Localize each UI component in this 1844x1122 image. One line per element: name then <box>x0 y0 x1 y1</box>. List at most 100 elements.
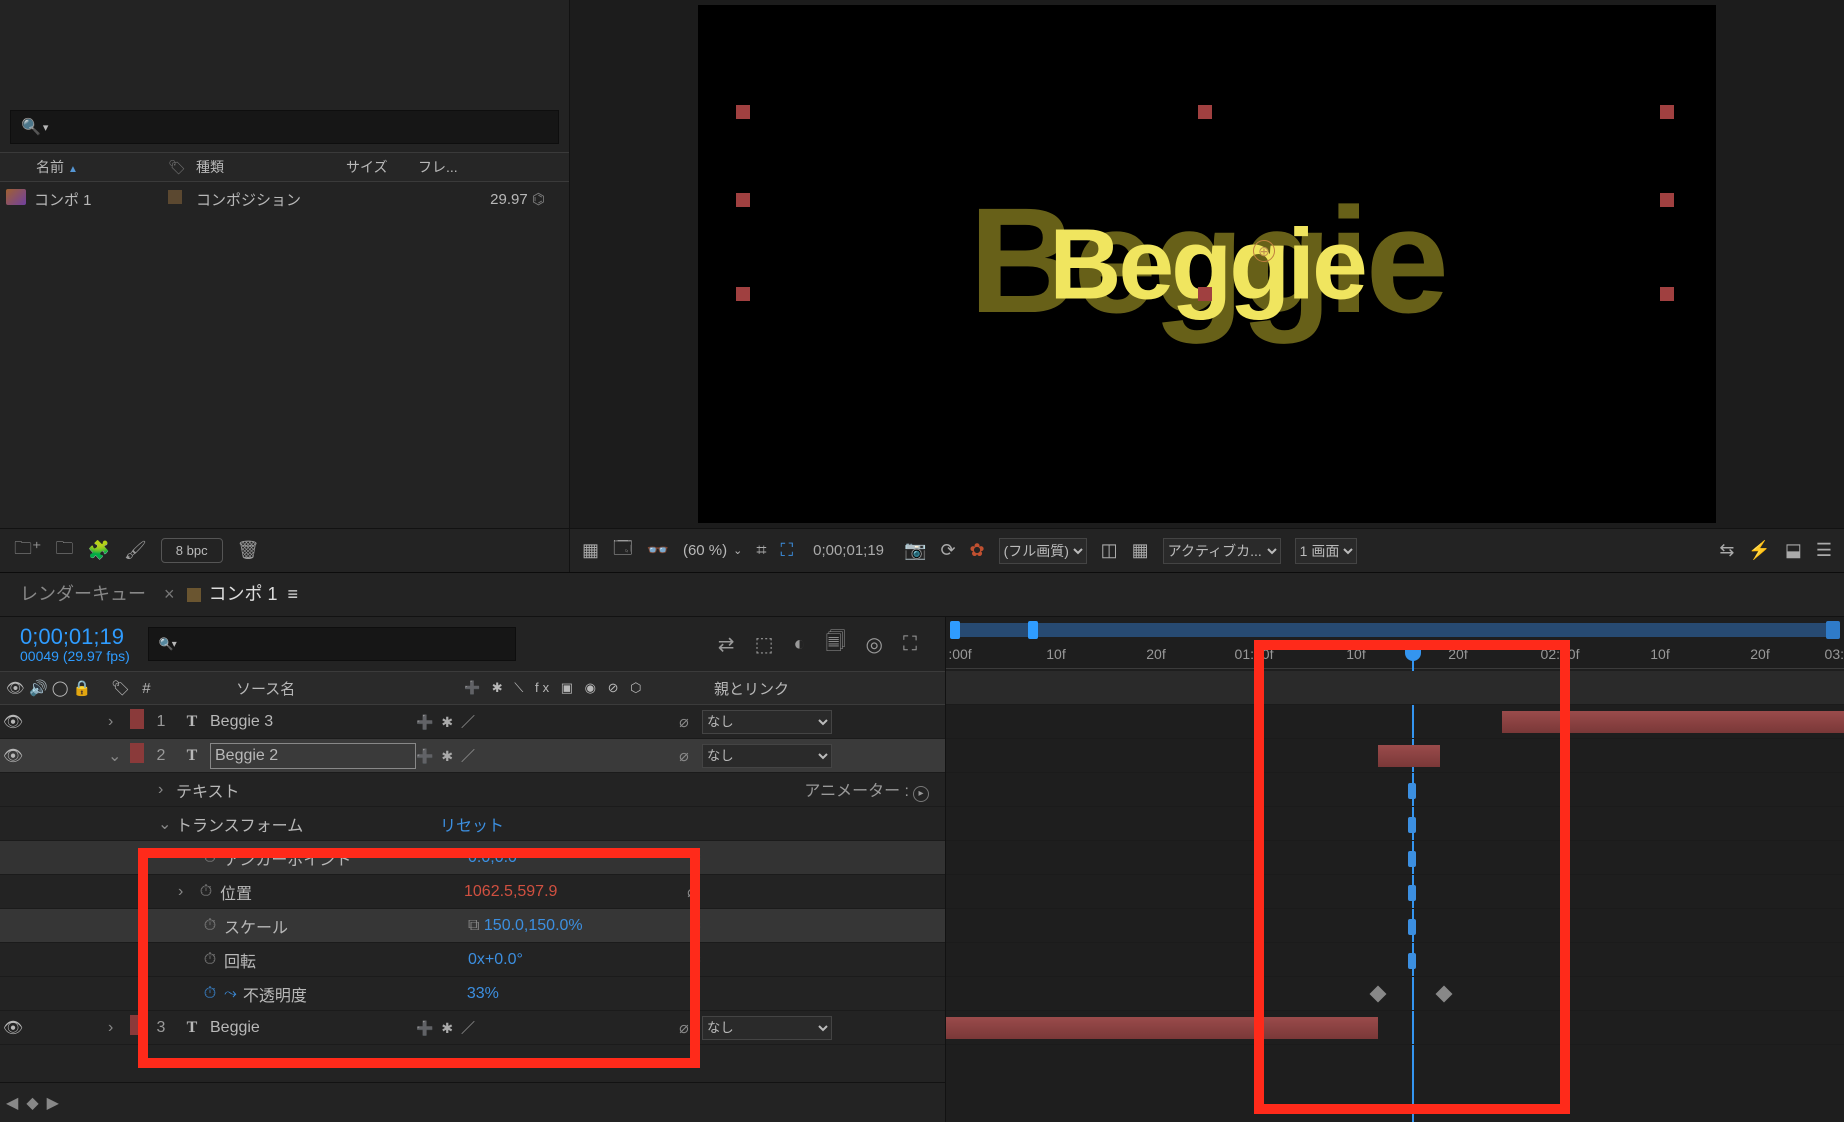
new-folder-icon[interactable]: 🗀 <box>56 536 74 566</box>
layers-icon[interactable]: 🗔 <box>613 536 633 566</box>
toggle-alpha-icon[interactable]: ▦ <box>582 540 599 561</box>
transform-group-row[interactable]: ⌄ トランスフォーム リセット <box>0 807 945 841</box>
opacity-value[interactable]: 33% <box>467 985 677 1003</box>
stopwatch-icon[interactable]: ⏱ <box>200 917 220 935</box>
pickwhip-icon[interactable]: ⌀ <box>674 882 710 902</box>
grid-icon[interactable]: ◫ <box>1101 540 1118 561</box>
parent-select[interactable]: なし <box>702 710 832 734</box>
selection-handle[interactable] <box>736 193 750 207</box>
layer-switches[interactable]: ➕ ✱ ／ <box>416 746 666 766</box>
disclosure-arrow[interactable]: › <box>108 713 130 731</box>
selection-handle[interactable] <box>736 287 750 301</box>
camera-select[interactable]: アクティブカ... <box>1163 538 1281 564</box>
stopwatch-icon[interactable]: ⏱ <box>200 849 220 867</box>
anchor-value[interactable]: 0.0,0.0 <box>468 849 678 867</box>
layer-bar[interactable] <box>946 1017 1378 1039</box>
color-icon[interactable]: ✿ <box>970 540 985 561</box>
brush-icon[interactable]: 🖌 <box>124 540 147 561</box>
pixel-aspect-icon[interactable]: ⇆ <box>1719 540 1734 561</box>
next-keyframe-icon[interactable]: ▶ <box>47 1093 59 1113</box>
timeline-search[interactable]: 🔍▾ <box>148 627 516 661</box>
layer-bar[interactable] <box>1378 745 1440 767</box>
pickwhip-icon[interactable]: ⌀ <box>678 916 714 936</box>
stopwatch-icon[interactable]: ⏱ <box>200 985 220 1003</box>
roi-icon[interactable]: ⛶ <box>781 540 794 561</box>
trash-icon[interactable]: 🗑 <box>237 540 260 561</box>
layer-switches[interactable]: ➕ ✱ ／ <box>416 712 666 732</box>
layer-row[interactable]: 👁 › 3 T Beggie ➕ ✱ ／ ⌀ なし <box>0 1011 945 1045</box>
label-swatch[interactable] <box>130 709 144 729</box>
anchor-point-icon[interactable]: ⊕ <box>1253 240 1275 262</box>
mask-icon[interactable]: 👓 <box>647 540 669 561</box>
parent-select[interactable]: なし <box>702 744 832 768</box>
preview-timecode[interactable]: 0;00;01;19 <box>807 542 890 559</box>
add-keyframe-icon[interactable]: ◆ <box>26 1093 38 1113</box>
shy-icon[interactable]: ⇄ <box>718 632 735 657</box>
visibility-toggle[interactable]: 👁 <box>2 1018 24 1038</box>
current-timecode[interactable]: 0;00;01;19 <box>20 624 124 649</box>
new-comp-icon[interactable]: 🧩 <box>88 540 110 561</box>
time-navigator[interactable] <box>950 623 1840 637</box>
property-row-rotation[interactable]: ⏱ 回転 0x+0.0° ⌀ <box>0 943 945 977</box>
pickwhip-icon[interactable]: ⌀ <box>677 984 713 1004</box>
layer-name[interactable]: Beggie 3 <box>210 713 416 731</box>
zoom-value[interactable]: (60 %) <box>683 542 727 559</box>
project-item-row[interactable]: コンポ 1 コンポジション 29.97 ⌬ <box>0 182 569 216</box>
timeline-icon[interactable]: ⬓ <box>1785 540 1802 561</box>
transform-reset[interactable]: リセット <box>440 812 650 836</box>
draft3d-icon[interactable]: ⬚ <box>755 632 774 657</box>
parent-select[interactable]: なし <box>702 1016 832 1040</box>
bpc-button[interactable]: 8 bpc <box>161 538 223 563</box>
rotation-value[interactable]: 0x+0.0° <box>468 951 678 969</box>
label-swatch[interactable] <box>130 1015 144 1035</box>
resolution-icon[interactable]: ⌗ <box>756 540 766 561</box>
layer-name[interactable]: Beggie <box>210 1019 416 1037</box>
graph-icon[interactable]: 🗐 <box>826 627 846 661</box>
selection-handle[interactable] <box>1660 287 1674 301</box>
quality-select[interactable]: (フル画質) <box>999 538 1087 564</box>
motion-blur-icon[interactable]: ◐ <box>793 633 805 656</box>
close-icon[interactable]: × <box>164 584 175 604</box>
scale-value[interactable]: 150.0,150.0% <box>484 917 583 934</box>
property-row-scale[interactable]: ⏱ スケール ⧉ 150.0,150.0% ⌀ <box>0 909 945 943</box>
project-columns[interactable]: 名前▲ 🏷 種類 サイズ フレ... <box>0 152 569 182</box>
chevron-down-icon[interactable]: ⌄ <box>733 544 742 557</box>
visibility-toggle[interactable]: 👁 <box>2 746 24 766</box>
tab-render-queue[interactable]: レンダーキュー <box>20 570 154 616</box>
project-search[interactable]: 🔍 ▾ <box>10 110 559 144</box>
stopwatch-icon[interactable]: ⏱ <box>200 951 220 969</box>
keyframe-marker[interactable] <box>1436 986 1453 1003</box>
layer-row[interactable]: 👁 ⌄ 2 T Beggie 2 ➕ ✱ ／ ⌀ なし <box>0 739 945 773</box>
prev-keyframe-icon[interactable]: ◀ <box>6 1093 18 1113</box>
fast-preview-icon[interactable]: ⚡ <box>1748 540 1770 561</box>
time-ruler[interactable]: :00f10f20f01:00f10f20f02:00f10f20f03:00f <box>946 639 1844 669</box>
property-row-anchor[interactable]: ⏱ アンカーポイント 0.0,0.0 ⌀ <box>0 841 945 875</box>
adjustment-icon[interactable]: ◎ <box>866 632 883 657</box>
stopwatch-icon[interactable]: ⏱ <box>196 883 216 901</box>
selection-handle[interactable] <box>1198 287 1212 301</box>
tab-comp[interactable]: ×コンポ 1 ≡ <box>194 570 306 616</box>
snapshot-icon[interactable]: 📷 <box>904 540 926 561</box>
render-icon[interactable]: ⛶ <box>903 633 917 656</box>
views-select[interactable]: 1 画面 <box>1295 538 1357 564</box>
layer-row[interactable]: 👁 › 1 T Beggie 3 ➕ ✱ ／ ⌀ なし <box>0 705 945 739</box>
pickwhip-icon[interactable]: ⌀ <box>678 950 714 970</box>
label-swatch[interactable] <box>130 743 144 763</box>
safe-icon[interactable]: ▦ <box>1132 540 1149 561</box>
selection-handle[interactable] <box>1660 105 1674 119</box>
pickwhip-icon[interactable]: ⌀ <box>666 746 702 766</box>
property-row-opacity[interactable]: ⏱ ⤳ 不透明度 33% ⌀ <box>0 977 945 1011</box>
keyframe-marker[interactable] <box>1370 986 1387 1003</box>
preview-canvas[interactable]: Beggie Beggie ⊕ <box>698 5 1716 523</box>
channel-icon[interactable]: ⟳ <box>940 540 955 561</box>
layer-name[interactable]: Beggie 2 <box>210 743 416 769</box>
pickwhip-icon[interactable]: ⌀ <box>666 712 702 732</box>
pickwhip-icon[interactable]: ⌀ <box>666 1018 702 1038</box>
link-icon[interactable]: ⧉ <box>468 917 479 934</box>
flowchart-icon[interactable]: ☰ <box>1816 540 1832 561</box>
layer-bar[interactable] <box>1502 711 1844 733</box>
disclosure-arrow[interactable]: › <box>108 1019 130 1037</box>
timeline-graph[interactable]: :00f10f20f01:00f10f20f02:00f10f20f03:00f… <box>946 617 1844 1122</box>
selection-handle[interactable] <box>736 105 750 119</box>
pickwhip-icon[interactable]: ⌀ <box>678 848 714 868</box>
